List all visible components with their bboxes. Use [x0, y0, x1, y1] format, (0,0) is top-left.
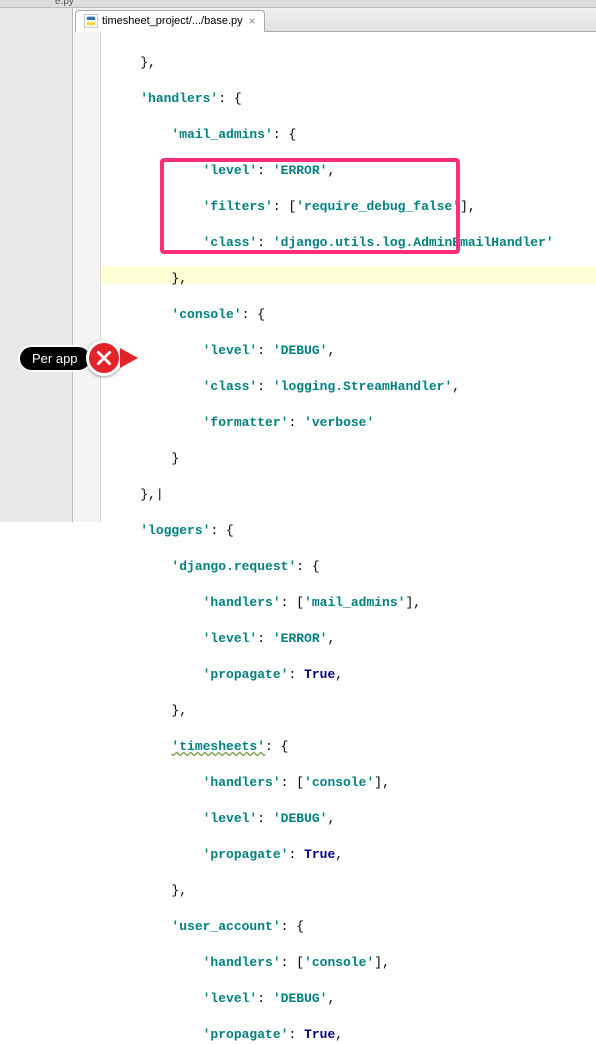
callout-per-app: Per app: [18, 340, 138, 376]
tab-base-py[interactable]: timesheet_project/.../base.py ×: [75, 10, 265, 32]
python-file-icon: [84, 14, 98, 28]
truncated-file-label: e.py: [55, 0, 74, 7]
editor-gutter: [73, 32, 101, 522]
tab-title: timesheet_project/.../base.py: [102, 15, 243, 27]
window-top-bar: [0, 0, 596, 8]
highlight-box-console-handler: [160, 158, 460, 254]
tab-bar: timesheet_project/.../base.py ×: [75, 8, 596, 32]
left-strip: [0, 8, 73, 522]
callout-arrow-icon: [120, 348, 138, 368]
close-badge-icon: [86, 340, 122, 376]
code-editor[interactable]: }, 'handlers': { 'mail_admins': { 'level…: [101, 32, 596, 522]
callout-label: Per app: [18, 345, 92, 372]
close-icon[interactable]: ×: [249, 14, 256, 28]
